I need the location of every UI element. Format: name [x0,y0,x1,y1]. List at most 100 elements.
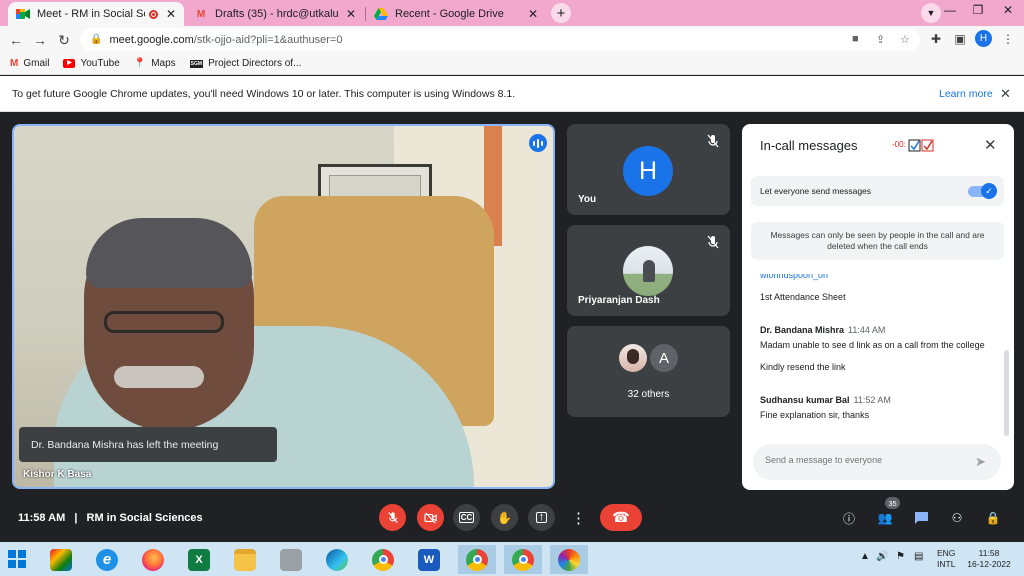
close-tab-icon[interactable]: ✕ [346,7,356,21]
toggle-label: Let everyone send messages [760,186,872,196]
mic-off-button[interactable] [379,504,406,531]
google-drive-icon [374,7,388,21]
lock-icon: 🔒 [90,34,103,45]
taskbar-chrome-profile-2[interactable] [504,545,542,574]
folder-icon [234,548,256,571]
taskbar-chrome-profile-h[interactable] [458,545,496,574]
participant-name: Priyaranjan Dash [578,295,660,306]
main-speaker-video[interactable]: Dr. Bandana Mishra has left the meeting … [12,124,555,489]
chrome-icon [466,548,488,571]
taskbar-app-store[interactable] [42,545,80,574]
let-everyone-send-toggle-row[interactable]: Let everyone send messages ✓ [751,176,1004,206]
bookmark-youtube[interactable]: ▶ YouTube [63,58,120,69]
camera-off-icon [423,511,437,524]
side-panel-icon[interactable]: ▣ [952,31,968,47]
minimize-icon[interactable]: — [936,0,964,20]
window-close-icon[interactable]: ✕ [994,0,1022,20]
message-time: 11:52 AM [853,395,891,405]
meeting-info-icon[interactable]: ⓘ [840,509,858,527]
taskbar-chrome[interactable] [364,545,402,574]
more-options-button[interactable]: ⋮ [565,504,592,531]
message-text: 1st Attendance Sheet [760,292,846,302]
taskbar-internet-explorer[interactable]: e [88,545,126,574]
taskbar-firefox[interactable] [134,545,172,574]
forward-arrow-icon[interactable]: → [30,30,50,50]
meeting-details: 11:58 AM | RM in Social Sciences [18,512,203,524]
system-clock[interactable]: 11:58 16-12-2022 [964,548,1014,570]
profile-avatar[interactable]: H [975,30,992,47]
input-language-indicator[interactable]: ENG INTL [937,548,955,570]
people-icon[interactable]: 👥 [876,509,894,527]
send-icon[interactable]: ➤ [975,454,986,470]
keyboard-layout: INTL [937,559,956,569]
taskbar-edge[interactable] [318,545,356,574]
close-tab-icon[interactable]: ✕ [166,7,176,21]
tab-gmail[interactable]: M Drafts (35) - hrdc@utkaluniversit ✕ [186,2,364,26]
windows-taskbar: e X W ▲ 🔊 ⚑ ▤ ENG INTL 11:58 16-12-2022 [0,542,1024,576]
bookmark-maps[interactable]: 📍 Maps [134,58,176,69]
restore-icon[interactable]: ❐ [964,0,992,20]
meeting-name: RM in Social Sciences [86,512,203,524]
taskbar-excel[interactable]: X [180,545,218,574]
site-favicon-icon: SGM [189,59,204,68]
network-icon[interactable]: ⚑ [896,551,905,562]
message-text: Fine explanation sir, thanks [760,410,870,420]
check-icon[interactable]: ✓ [981,183,997,199]
tray-chevron-up-icon[interactable]: ▲ [860,551,870,562]
menu-kebab-icon[interactable]: ⋮ [1000,31,1016,47]
camera-off-button[interactable] [417,504,444,531]
bookmark-project-directors[interactable]: SGM Project Directors of... [189,58,301,69]
message-input[interactable] [765,455,965,465]
learn-more-link[interactable]: Learn more [939,88,993,100]
clock-time: 11:58 [978,548,1000,558]
captions-button[interactable]: CC [453,504,480,531]
speaking-indicator-icon [529,134,547,152]
back-arrow-icon[interactable]: ← [6,30,26,50]
activities-icon[interactable]: ⚇ [948,509,966,527]
infobar-message: To get future Google Chrome updates, you… [12,88,516,100]
action-center-icon[interactable]: ▤ [914,551,923,562]
present-now-button[interactable]: ↑ [528,504,555,531]
speaker-figure [114,366,204,388]
close-tab-icon[interactable]: ✕ [528,7,538,21]
windows-start-icon[interactable] [8,550,26,568]
recording-icon [148,9,158,19]
others-tile[interactable]: A 32 others [567,326,730,417]
camera-in-use-icon[interactable]: ■ [852,33,859,45]
edge-icon [326,548,348,571]
youtube-icon: ▶ [63,59,76,68]
mic-off-icon [707,134,719,148]
bookmark-gmail[interactable]: M Gmail [10,58,49,69]
chat-icon[interactable] [912,509,930,527]
url-path: /stk-ojjo-aid?pli=1&authuser=0 [193,33,343,46]
new-tab-button[interactable]: + [551,3,571,23]
taskbar-file-explorer[interactable] [226,545,264,574]
taskbar-picasa[interactable] [550,545,588,574]
truncated-link[interactable]: wionnuspoon_on [760,274,828,282]
participant-tile-you[interactable]: H You [567,124,730,215]
message-compose-box: ➤ [753,444,1001,480]
tab-meet[interactable]: Meet - RM in Social Sciences ✕ [8,2,184,26]
address-bar[interactable]: 🔒 meet.google.com/stk-ojjo-aid?pli=1&aut… [80,28,920,51]
url-text[interactable]: meet.google.com/stk-ojjo-aid?pli=1&authu… [109,34,342,46]
meet-control-bar: 11:58 AM | RM in Social Sciences CC ✋ ↑ … [0,496,1024,542]
taskbar-word[interactable]: W [410,545,448,574]
close-panel-icon[interactable]: ✕ [984,136,997,154]
raise-hand-button[interactable]: ✋ [491,504,518,531]
taskbar-printer-app[interactable] [272,545,310,574]
volume-icon[interactable]: 🔊 [876,551,888,562]
end-call-icon: ☎ [612,509,630,525]
participant-avatar [619,344,647,372]
reload-icon[interactable]: ↻ [54,30,74,50]
extensions-puzzle-icon[interactable]: ✚ [928,31,944,47]
tab-google-drive[interactable]: Recent - Google Drive ✕ [366,2,546,26]
chrome-update-infobar: To get future Google Chrome updates, you… [0,76,1024,112]
infobar-close-icon[interactable]: ✕ [1000,86,1011,102]
bookmark-star-icon[interactable]: ☆ [900,33,910,46]
host-controls-icon[interactable]: 🔒 [984,509,1002,527]
share-icon[interactable]: ⇪ [876,33,885,46]
participant-tile-priyaranjan[interactable]: Priyaranjan Dash [567,225,730,316]
leave-call-button[interactable]: ☎ [600,504,642,531]
tab-title: Meet - RM in Social Sciences [37,8,145,20]
message-scrollbar[interactable] [1004,350,1009,436]
